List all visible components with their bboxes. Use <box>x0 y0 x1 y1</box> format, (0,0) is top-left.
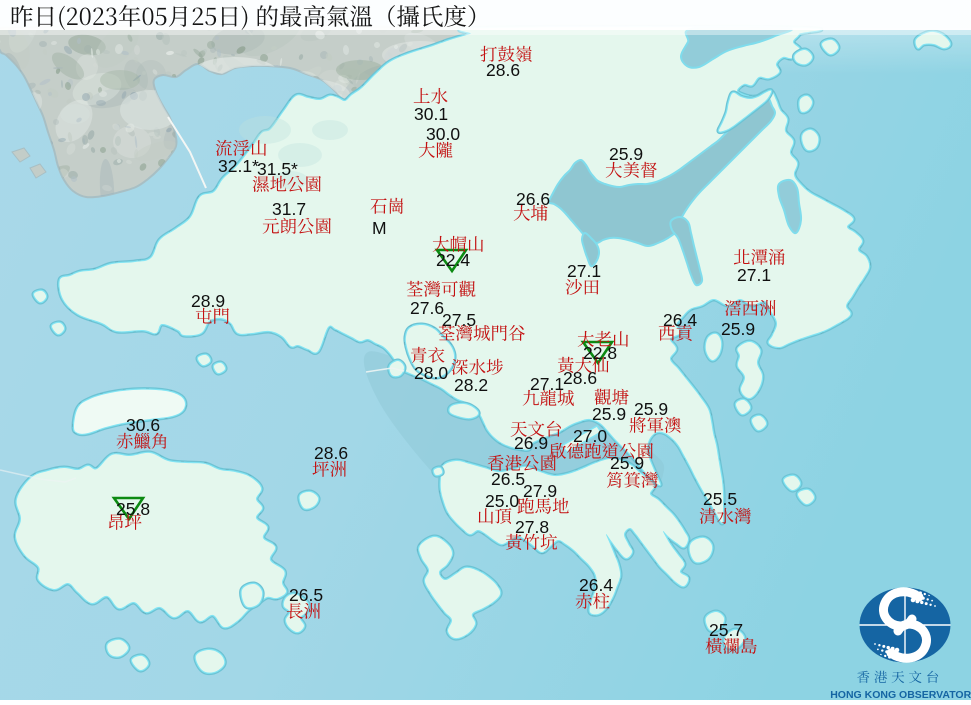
svg-text:28.9: 28.9 <box>191 291 225 311</box>
svg-text:27.9: 27.9 <box>523 481 557 501</box>
svg-text:25.9: 25.9 <box>610 453 644 473</box>
svg-text:26.5: 26.5 <box>289 585 323 605</box>
svg-text:31.5*: 31.5* <box>257 159 298 179</box>
svg-text:25.8: 25.8 <box>116 499 150 519</box>
svg-text:22.8: 22.8 <box>583 343 617 363</box>
svg-text:30.0: 30.0 <box>426 124 460 144</box>
svg-text:25.9: 25.9 <box>609 144 643 164</box>
svg-text:26.5: 26.5 <box>491 469 525 489</box>
svg-text:25.5: 25.5 <box>703 489 737 509</box>
svg-text:27.8: 27.8 <box>515 517 549 537</box>
svg-text:31.7: 31.7 <box>272 199 306 219</box>
svg-text:25.7: 25.7 <box>709 620 743 640</box>
svg-text:25.9: 25.9 <box>634 399 668 419</box>
svg-text:26.6: 26.6 <box>516 189 550 209</box>
svg-text:30.1: 30.1 <box>414 104 448 124</box>
svg-text:27.5: 27.5 <box>442 310 476 330</box>
svg-text:M: M <box>372 218 387 238</box>
svg-text:26.4: 26.4 <box>579 575 613 595</box>
svg-text:27.1: 27.1 <box>737 265 771 285</box>
svg-text:32.1*: 32.1* <box>218 156 259 176</box>
svg-text:25.0: 25.0 <box>485 491 519 511</box>
svg-text:27.6: 27.6 <box>410 298 444 318</box>
svg-text:28.0: 28.0 <box>414 363 448 383</box>
svg-text:28.6: 28.6 <box>563 368 597 388</box>
svg-text:28.6: 28.6 <box>486 60 520 80</box>
svg-text:28.6: 28.6 <box>314 443 348 463</box>
svg-text:30.6: 30.6 <box>126 415 160 435</box>
svg-text:27.0: 27.0 <box>573 426 607 446</box>
svg-text:25.9: 25.9 <box>721 319 755 339</box>
svg-text:27.1: 27.1 <box>567 261 601 281</box>
svg-text:28.2: 28.2 <box>454 375 488 395</box>
svg-text:26.4: 26.4 <box>663 310 697 330</box>
svg-text:HONG KONG OBSERVATORY: HONG KONG OBSERVATORY <box>830 689 971 700</box>
svg-text:25.9: 25.9 <box>592 404 626 424</box>
svg-text:27.1: 27.1 <box>530 374 564 394</box>
svg-text:22.4: 22.4 <box>436 250 470 270</box>
svg-text:26.9: 26.9 <box>514 433 548 453</box>
